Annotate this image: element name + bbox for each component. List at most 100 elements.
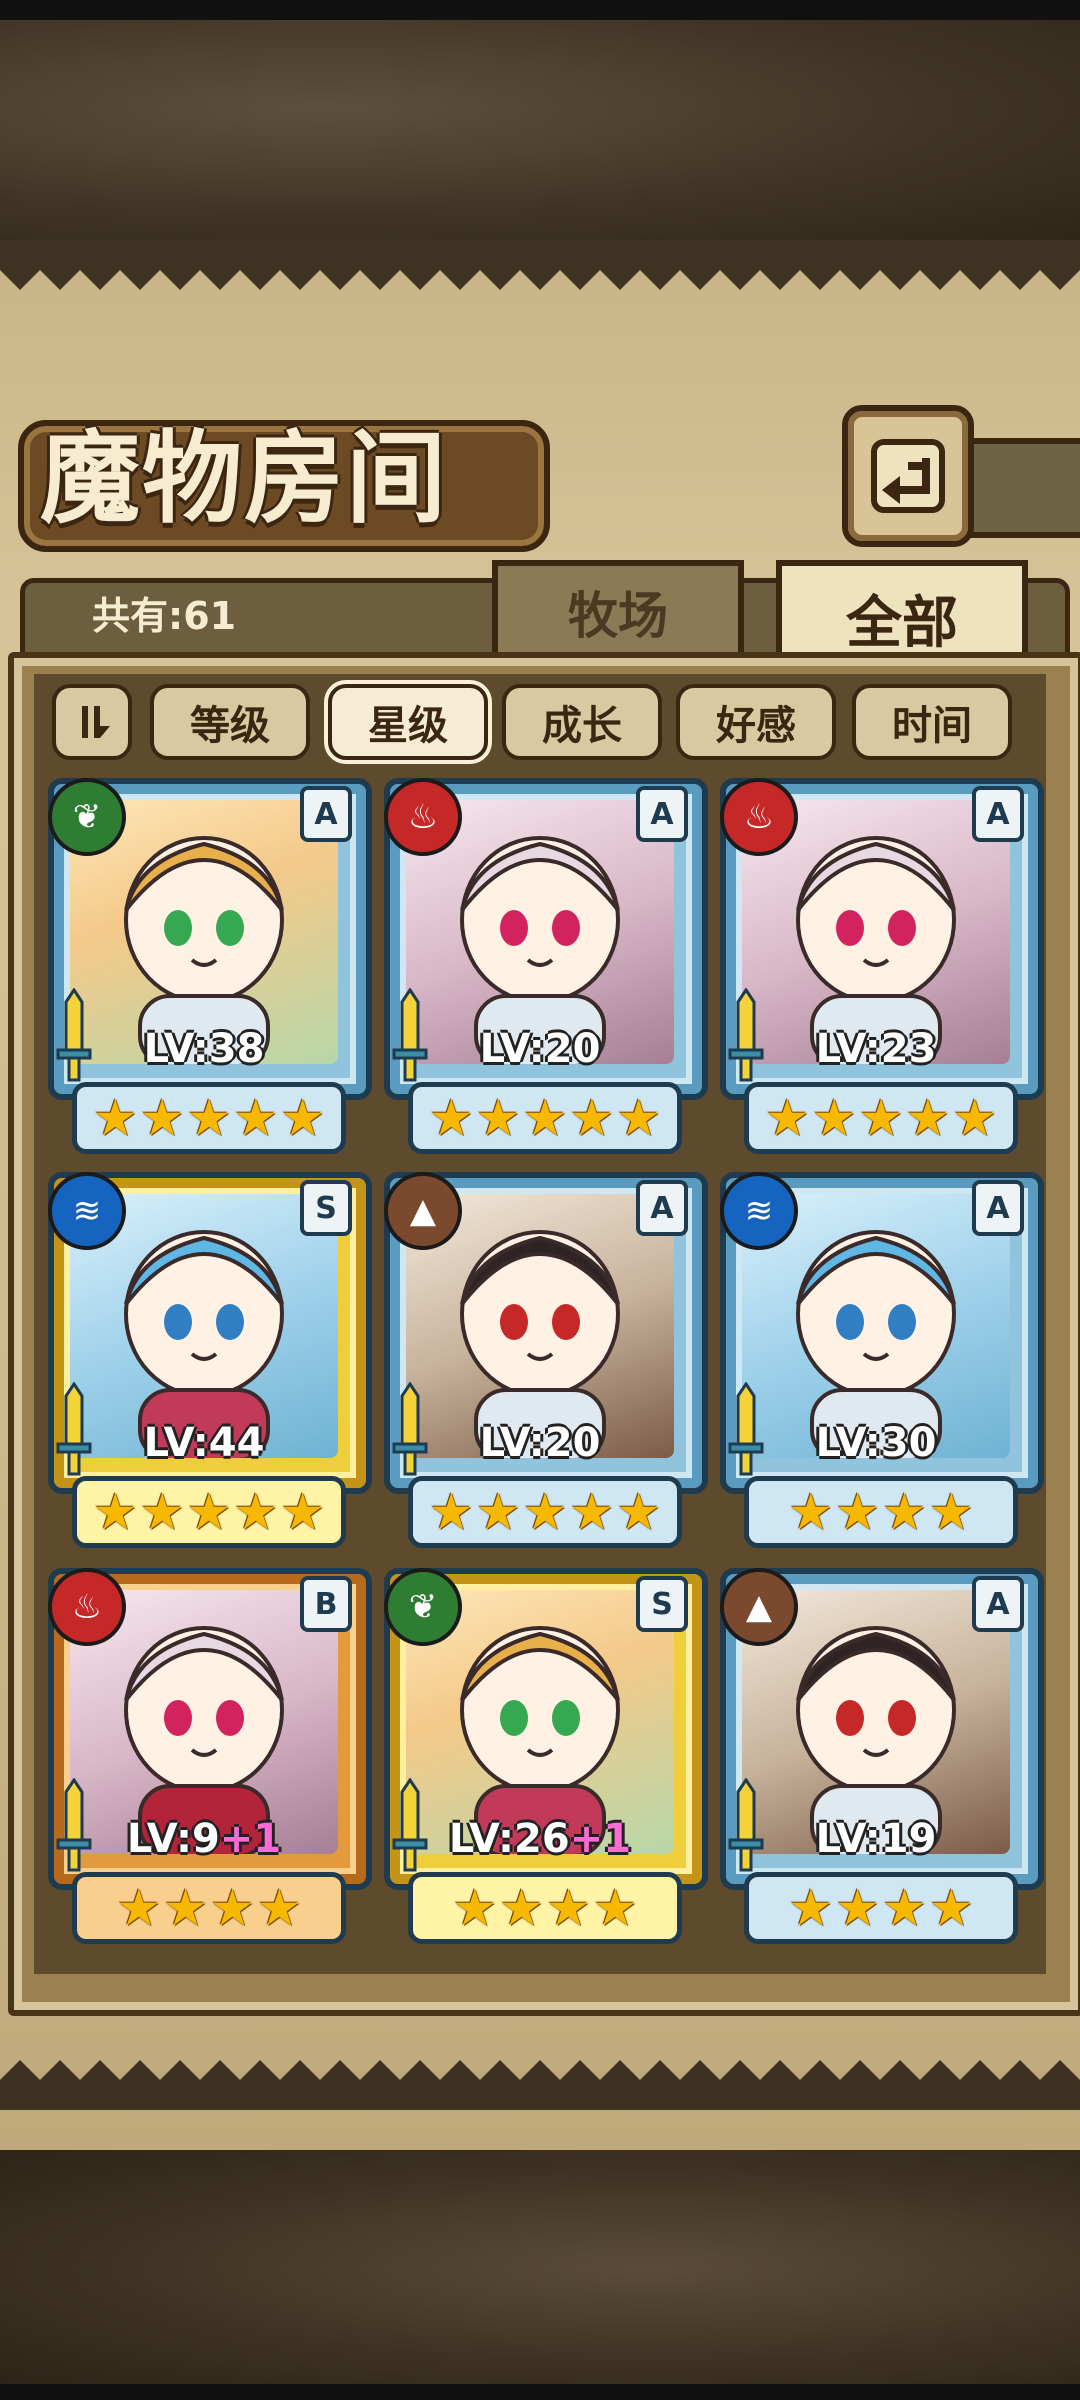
fire-element-icon: ♨ — [720, 778, 798, 856]
star-icon: ★ — [428, 1089, 474, 1147]
rank-badge: S — [636, 1576, 688, 1632]
status-bar — [0, 0, 1080, 20]
monster-card[interactable]: ▲ A LV:19 ★ ★ ★ ★ — [720, 1568, 1044, 1944]
level-text: LV:19 — [815, 1816, 937, 1862]
nature-element-icon: ❦ — [48, 778, 126, 856]
monster-level: LV:20 — [384, 1420, 696, 1466]
rank-badge: A — [972, 786, 1024, 842]
rank-badge: A — [972, 1576, 1024, 1632]
monster-card[interactable]: ♨ B LV:9+1 ★ ★ ★ ★ — [48, 1568, 372, 1944]
star-icon: ★ — [592, 1879, 638, 1937]
map-background-bottom — [0, 2150, 1080, 2384]
monster-card[interactable]: ≋ S LV:44 ★ ★ ★ ★ ★ — [48, 1172, 372, 1548]
map-background-top — [0, 20, 1080, 240]
level-text: LV:38 — [143, 1026, 265, 1072]
water-element-icon: ≋ — [48, 1172, 126, 1250]
star-icon: ★ — [210, 1879, 255, 1937]
star-rating: ★ ★ ★ ★ — [744, 1476, 1018, 1548]
sort-bar: 等级 星级 成长 好感 时间 — [0, 684, 1080, 760]
page-title: 魔物房间 — [40, 419, 448, 537]
fire-element-icon: ♨ — [48, 1568, 126, 1646]
rank-badge: A — [972, 1180, 1024, 1236]
star-icon: ★ — [186, 1089, 232, 1147]
sort-toggle-icon — [82, 706, 110, 738]
earth-element-icon: ▲ — [384, 1172, 462, 1250]
star-icon: ★ — [428, 1483, 474, 1541]
monster-level: LV:26+1 — [384, 1816, 696, 1862]
star-rating: ★ ★ ★ ★ ★ — [744, 1082, 1018, 1154]
star-icon: ★ — [569, 1089, 615, 1147]
water-element-icon: ≋ — [720, 1172, 798, 1250]
torn-edge-bottom — [0, 2060, 1080, 2110]
level-text: LV:20 — [479, 1026, 601, 1072]
star-rating: ★ ★ ★ ★ ★ — [72, 1476, 346, 1548]
back-button-rail — [960, 438, 1080, 538]
level-bonus: +1 — [219, 1816, 282, 1862]
star-icon: ★ — [882, 1483, 927, 1541]
star-icon: ★ — [139, 1483, 185, 1541]
monster-level: LV:20 — [384, 1026, 696, 1072]
star-icon: ★ — [928, 1483, 974, 1541]
star-icon: ★ — [256, 1879, 302, 1937]
monster-card[interactable]: ▲ A LV:20 ★ ★ ★ ★ ★ — [384, 1172, 708, 1548]
level-text: LV:30 — [815, 1420, 937, 1466]
star-icon: ★ — [475, 1089, 521, 1147]
rank-badge: S — [300, 1180, 352, 1236]
star-icon: ★ — [280, 1089, 326, 1147]
sort-button-star[interactable]: 星级 — [328, 684, 488, 760]
star-icon: ★ — [280, 1483, 326, 1541]
torn-edge-top — [0, 240, 1080, 290]
star-icon: ★ — [858, 1089, 904, 1147]
star-icon: ★ — [882, 1879, 927, 1937]
monster-card[interactable]: ♨ A LV:20 ★ ★ ★ ★ ★ — [384, 778, 708, 1154]
back-arrow-icon — [871, 439, 945, 513]
monster-level: LV:9+1 — [48, 1816, 360, 1862]
star-icon: ★ — [546, 1879, 591, 1937]
sort-button-growth[interactable]: 成长 — [502, 684, 662, 760]
rank-badge: A — [636, 786, 688, 842]
level-text: LV:26 — [448, 1816, 570, 1862]
star-icon: ★ — [616, 1483, 662, 1541]
star-icon: ★ — [163, 1879, 208, 1937]
rank-badge: B — [300, 1576, 352, 1632]
star-icon: ★ — [499, 1879, 544, 1937]
navigation-bar — [0, 2384, 1080, 2400]
star-rating: ★ ★ ★ ★ ★ — [408, 1476, 682, 1548]
nature-element-icon: ❦ — [384, 1568, 462, 1646]
star-icon: ★ — [788, 1879, 834, 1937]
star-icon: ★ — [764, 1089, 810, 1147]
star-icon: ★ — [452, 1879, 498, 1937]
star-icon: ★ — [952, 1089, 998, 1147]
star-icon: ★ — [522, 1089, 568, 1147]
star-rating: ★ ★ ★ ★ — [408, 1872, 682, 1944]
monster-level: LV:38 — [48, 1026, 360, 1072]
monster-level: LV:44 — [48, 1420, 360, 1466]
level-bonus: +1 — [569, 1816, 632, 1862]
star-rating: ★ ★ ★ ★ ★ — [72, 1082, 346, 1154]
sort-button-time[interactable]: 时间 — [852, 684, 1012, 760]
monster-card[interactable]: ♨ A LV:23 ★ ★ ★ ★ ★ — [720, 778, 1044, 1154]
monster-card[interactable]: ≋ A LV:30 ★ ★ ★ ★ — [720, 1172, 1044, 1548]
monster-level: LV:30 — [720, 1420, 1032, 1466]
star-icon: ★ — [522, 1483, 568, 1541]
star-icon: ★ — [139, 1089, 185, 1147]
back-button[interactable] — [842, 405, 974, 547]
level-text: LV:44 — [143, 1420, 265, 1466]
star-icon: ★ — [835, 1879, 880, 1937]
level-text: LV:9 — [126, 1816, 220, 1862]
sort-button-level[interactable]: 等级 — [150, 684, 310, 760]
monster-card[interactable]: ❦ A LV:38 ★ ★ ★ ★ ★ — [48, 778, 372, 1154]
star-icon: ★ — [233, 1483, 279, 1541]
monster-card[interactable]: ❦ S LV:26+1 ★ ★ ★ ★ — [384, 1568, 708, 1944]
level-text: LV:23 — [815, 1026, 937, 1072]
star-icon: ★ — [788, 1483, 834, 1541]
star-rating: ★ ★ ★ ★ — [744, 1872, 1018, 1944]
monster-level: LV:23 — [720, 1026, 1032, 1072]
star-icon: ★ — [616, 1089, 662, 1147]
star-icon: ★ — [92, 1483, 138, 1541]
tab-ranch[interactable]: 牧场 — [492, 560, 744, 664]
star-icon: ★ — [811, 1089, 857, 1147]
sort-button-affection[interactable]: 好感 — [676, 684, 836, 760]
level-text: LV:20 — [479, 1420, 601, 1466]
sort-order-toggle[interactable] — [52, 684, 132, 760]
